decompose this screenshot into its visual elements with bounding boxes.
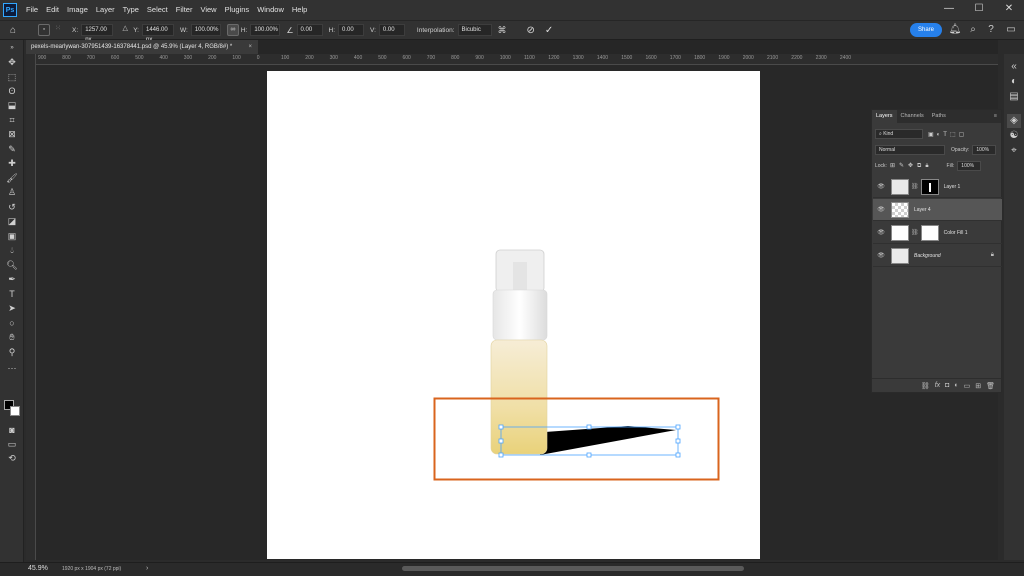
tab-layers[interactable]: Layers xyxy=(872,110,897,123)
layers-panel-footer: ⛓︎ fx ◘ ◐ ▭ ⊞ 🗑︎ xyxy=(872,378,1001,392)
fx-icon[interactable]: fx xyxy=(935,382,940,389)
transform-handle xyxy=(675,438,681,444)
tab-channels[interactable]: Channels xyxy=(897,110,928,123)
visibility-eye-icon[interactable]: 👁︎ xyxy=(875,229,887,236)
layer-row-layer-4[interactable]: 👁︎ Layer 4 xyxy=(873,199,1002,221)
blend-mode-select[interactable]: Normal xyxy=(875,145,945,155)
fill-label: Fill: xyxy=(946,163,955,169)
layer-name[interactable]: Layer 4 xyxy=(914,207,931,213)
document-dimensions: 1920 px x 1904 px (72 ppi) xyxy=(62,566,122,572)
lock-label: Lock: xyxy=(875,163,887,169)
bottle-pump-collar xyxy=(492,289,548,341)
layer-filter-select[interactable]: ⌕ Kind xyxy=(875,129,923,139)
layer-mask-thumbnail[interactable] xyxy=(920,224,939,241)
layer-thumbnail xyxy=(891,224,909,241)
visibility-eye-icon[interactable]: 👁︎ xyxy=(875,183,887,190)
layers-panel-tabs: Layers Channels Paths ≡ xyxy=(872,110,1001,123)
shadow-shape xyxy=(540,426,676,455)
filter-type-icons[interactable]: ▣◐T⬚▢ xyxy=(928,131,967,138)
adjustment-icon[interactable]: ◐ xyxy=(954,382,958,389)
layer-row-color-fill-1[interactable]: 👁︎ ⛓︎ Color Fill 1 xyxy=(873,222,1002,244)
paths-panel-icon[interactable]: ⌖ xyxy=(1007,144,1021,158)
layer-name[interactable]: Color Fill 1 xyxy=(944,230,968,236)
transform-handle xyxy=(586,424,592,430)
mask-link-icon[interactable]: ⛓︎ xyxy=(911,229,919,236)
layer-row-layer-1[interactable]: 👁︎ ⛓︎ Layer 1 xyxy=(873,176,1002,198)
bottle-body xyxy=(490,339,548,455)
color-panel-icon[interactable]: ◐ xyxy=(1007,75,1021,89)
lock-icon[interactable]: 🔒︎ xyxy=(991,252,994,259)
transform-handle xyxy=(675,452,681,458)
adjustments-panel-icon[interactable]: ☯ xyxy=(1007,129,1021,143)
transform-handle xyxy=(498,424,504,430)
transform-handle xyxy=(498,438,504,444)
tab-paths[interactable]: Paths xyxy=(928,110,950,123)
transform-handle xyxy=(675,424,681,430)
layer-thumbnail xyxy=(891,201,909,218)
mask-icon[interactable]: ◘ xyxy=(945,382,949,389)
mask-link-icon[interactable]: ⛓︎ xyxy=(911,183,919,190)
layer-thumbnail xyxy=(891,247,909,264)
fill-field[interactable]: 100% xyxy=(957,161,982,171)
group-icon[interactable]: ▭ xyxy=(964,382,971,390)
layer-thumbnail xyxy=(891,178,909,195)
filter-kind-label: Kind xyxy=(883,131,894,137)
zoom-level[interactable]: 45.9% xyxy=(28,565,48,572)
horizontal-scrollbar[interactable] xyxy=(402,566,744,571)
transform-handle xyxy=(586,452,592,458)
visibility-eye-icon[interactable]: 👁︎ xyxy=(875,206,887,213)
opacity-field[interactable]: 100% xyxy=(972,145,997,155)
trash-icon[interactable]: 🗑︎ xyxy=(986,382,995,390)
link-icon[interactable]: ⛓︎ xyxy=(921,382,930,390)
layer-mask-thumbnail[interactable] xyxy=(920,178,939,195)
lock-option-icons[interactable]: ⊞✎✥⧉🔒︎ xyxy=(890,162,933,170)
layer-name[interactable]: Background xyxy=(914,253,941,259)
layers-panel-icon[interactable]: ◈ xyxy=(1007,114,1021,128)
layers-panel: Layers Channels Paths ≡ ⌕ Kind ▣◐T⬚▢ Nor… xyxy=(871,109,1002,393)
properties-panel-icon[interactable]: ▤ xyxy=(1007,90,1021,104)
opacity-label: Opacity: xyxy=(951,147,970,153)
visibility-eye-icon[interactable]: 👁︎ xyxy=(875,252,887,259)
panel-collapse-icon[interactable]: « xyxy=(1007,60,1021,74)
new-layer-icon[interactable]: ⊞ xyxy=(975,382,981,390)
panel-menu-icon[interactable]: ≡ xyxy=(990,110,1001,123)
transform-handle xyxy=(498,452,504,458)
layer-name[interactable]: Layer 1 xyxy=(944,184,961,190)
layer-row-background[interactable]: 👁︎ Background 🔒︎ xyxy=(873,245,1002,267)
status-menu-arrow[interactable]: › xyxy=(146,565,148,572)
